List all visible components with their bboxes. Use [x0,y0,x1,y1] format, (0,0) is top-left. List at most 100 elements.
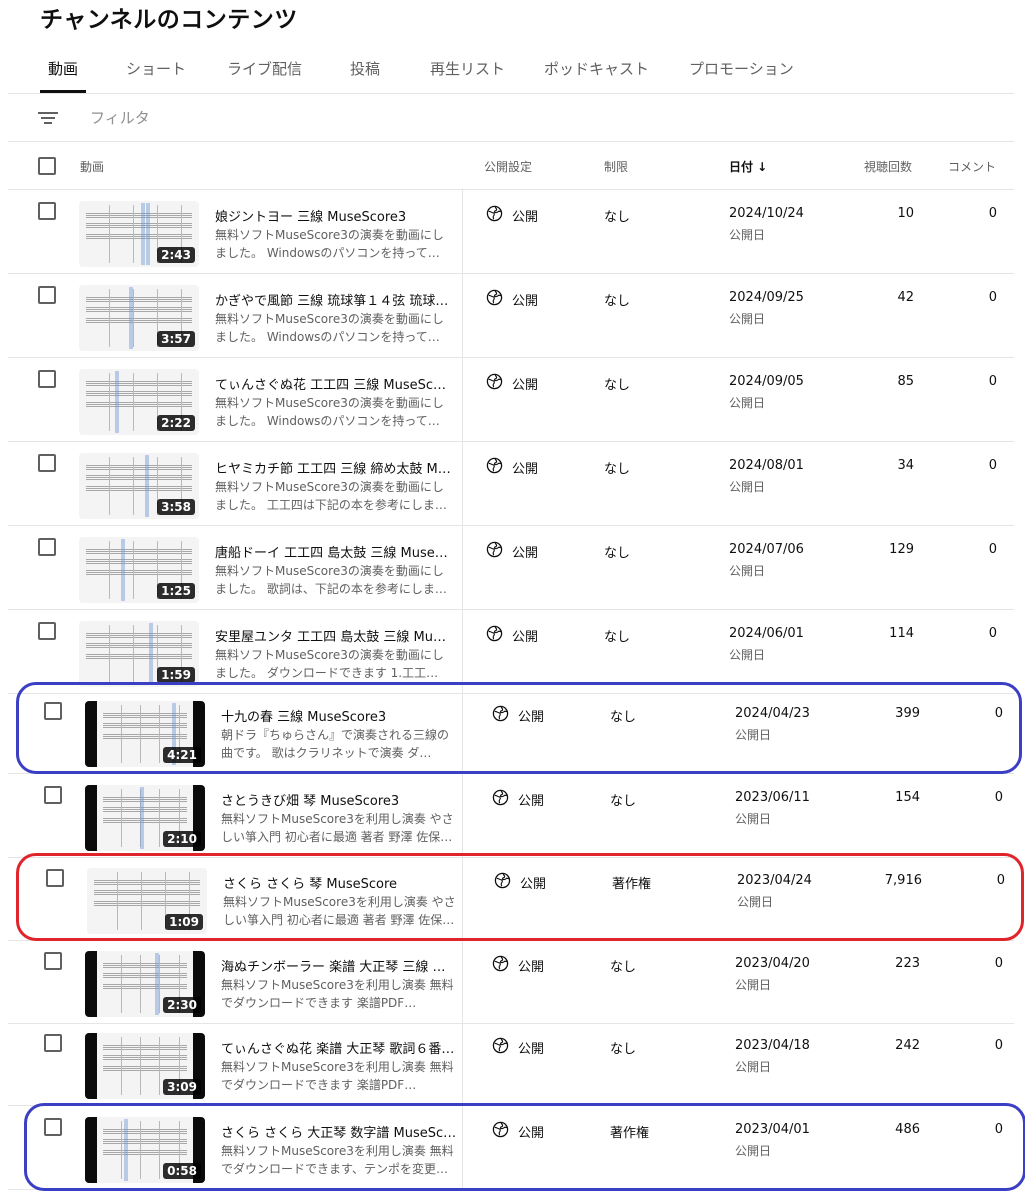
restriction-status[interactable]: なし [604,290,630,309]
video-title[interactable]: さとうきび畑 琴 MuseScore3 [221,790,457,809]
row-checkbox[interactable] [38,286,56,304]
comment-count: 0 [988,542,997,557]
row-checkbox[interactable] [44,1034,62,1052]
row-checkbox[interactable] [44,952,62,970]
video-title[interactable]: 娘ジントヨー 三線 MuseScore3 [215,206,451,225]
column-comments[interactable]: コメント [948,158,996,175]
row-checkbox[interactable] [38,370,56,388]
filter-input[interactable]: フィルタ [90,107,150,128]
video-duration: 2:43 [157,247,195,263]
comment-count: 0 [994,956,1003,971]
video-row[interactable]: 1:25 唐船ドーイ 工工四 島太鼓 三線 Muse… 無料ソフトMuseSco… [8,526,1014,610]
video-title[interactable]: かぎやで風節 三線 琉球箏１４弦 琉球… [215,290,451,309]
comment-count: 0 [988,206,997,221]
publish-date-label: 公開日 [729,480,766,494]
video-title[interactable]: 唐船ドーイ 工工四 島太鼓 三線 Muse… [215,542,451,561]
video-description: 無料ソフトMuseScore3の演奏を動画にしました。 Windowsのパソコン… [215,396,444,428]
video-title[interactable]: 海ぬチンボーラー 楽譜 大正琴 三線 歌… [221,956,457,975]
restriction-status[interactable]: なし [610,1038,636,1057]
tab-promotions[interactable]: プロモーション [689,58,794,79]
publish-date: 2024/07/06 [729,542,804,557]
video-row[interactable]: 3:09 てぃんさぐぬ花 楽譜 大正琴 歌詞６番… 無料ソフトMuseScore… [8,1022,1014,1106]
view-count: 242 [895,1038,920,1053]
video-duration: 2:30 [163,997,201,1013]
tab-videos[interactable]: 動画 [48,58,78,79]
video-description: 無料ソフトMuseScore3を利用し演奏 やさしい箏入門 初心者に最適 著者 … [221,812,454,844]
restriction-status[interactable]: なし [604,458,630,477]
comment-count: 0 [988,374,997,389]
video-row[interactable]: 2:30 海ぬチンボーラー 楽譜 大正琴 三線 歌… 無料ソフトMuseScor… [8,940,1014,1024]
tab-playlists[interactable]: 再生リスト [430,58,505,79]
visibility-status[interactable]: 公開 [512,626,538,645]
globe-icon [486,457,503,474]
view-count: 34 [897,458,914,473]
video-title[interactable]: 安里屋ユンタ 工工四 島太鼓 三線 Mus… [215,626,451,645]
visibility-status[interactable]: 公開 [518,790,544,809]
video-title[interactable]: てぃんさぐぬ花 工工四 三線 MuseSco… [215,374,451,393]
filter-bar: フィルタ [8,94,1014,142]
comment-count: 0 [988,458,997,473]
active-tab-indicator [40,90,86,93]
column-restrictions[interactable]: 制限 [604,158,628,175]
publish-date: 2023/04/18 [735,1038,810,1053]
visibility-status[interactable]: 公開 [512,542,538,561]
tab-podcasts[interactable]: ポッドキャスト [544,58,649,79]
publish-date: 2023/06/11 [735,790,810,805]
video-thumbnail[interactable]: 3:57 [79,285,199,351]
video-duration: 3:09 [163,1079,201,1095]
tab-posts[interactable]: 投稿 [350,58,380,79]
video-description: 無料ソフトMuseScore3の演奏を動画にしました。 歌詞は、下記の本を参考に… [215,564,447,596]
video-thumbnail[interactable]: 3:58 [79,453,199,519]
visibility-status[interactable]: 公開 [518,956,544,975]
video-row[interactable]: 2:10 さとうきび畑 琴 MuseScore3 無料ソフトMuseScore3… [8,774,1014,858]
select-all-checkbox[interactable] [38,157,56,175]
column-views[interactable]: 視聴回数 [864,158,912,175]
video-title[interactable]: ヒヤミカチ節 工工四 三線 締め太鼓 M… [215,458,451,477]
tab-shorts[interactable]: ショート [126,58,186,79]
column-visibility[interactable]: 公開設定 [484,158,532,175]
row-checkbox[interactable] [38,538,56,556]
restriction-status[interactable]: なし [604,626,630,645]
video-description: 無料ソフトMuseScore3の演奏を動画にしました。 Windowsのパソコン… [215,228,444,260]
video-duration: 1:25 [157,583,195,599]
video-thumbnail[interactable]: 2:30 [85,951,205,1017]
globe-icon [486,541,503,558]
filter-lines-icon[interactable] [38,110,58,126]
column-date-sort[interactable]: 日付 ↓ [729,158,767,175]
video-duration: 2:10 [163,831,201,847]
tab-live[interactable]: ライブ配信 [227,58,302,79]
visibility-status[interactable]: 公開 [512,290,538,309]
visibility-status[interactable]: 公開 [518,1038,544,1057]
view-count: 85 [897,374,914,389]
visibility-status[interactable]: 公開 [512,458,538,477]
column-divider [462,358,463,442]
restriction-status[interactable]: なし [604,206,630,225]
video-thumbnail[interactable]: 1:59 [79,621,199,687]
publish-date-label: 公開日 [729,312,766,326]
video-thumbnail[interactable]: 2:22 [79,369,199,435]
restriction-status[interactable]: なし [610,956,636,975]
video-thumbnail[interactable]: 2:43 [79,201,199,267]
row-checkbox[interactable] [38,454,56,472]
restriction-status[interactable]: なし [604,374,630,393]
comment-count: 0 [988,290,997,305]
video-row[interactable]: 3:58 ヒヤミカチ節 工工四 三線 締め太鼓 M… 無料ソフトMuseScor… [8,442,1014,526]
visibility-status[interactable]: 公開 [512,206,538,225]
video-thumbnail[interactable]: 2:10 [85,785,205,851]
visibility-status[interactable]: 公開 [512,374,538,393]
video-title[interactable]: てぃんさぐぬ花 楽譜 大正琴 歌詞６番… [221,1038,457,1057]
row-checkbox[interactable] [44,786,62,804]
video-row[interactable]: 2:22 てぃんさぐぬ花 工工四 三線 MuseSco… 無料ソフトMuseSc… [8,358,1014,442]
video-row[interactable]: 3:57 かぎやで風節 三線 琉球箏１４弦 琉球… 無料ソフトMuseScore… [8,274,1014,358]
video-thumbnail[interactable]: 3:09 [85,1033,205,1099]
video-row[interactable]: 2:43 娘ジントヨー 三線 MuseScore3 無料ソフトMuseScore… [8,190,1014,274]
restriction-status[interactable]: なし [610,790,636,809]
row-checkbox[interactable] [38,202,56,220]
publish-date: 2023/04/20 [735,956,810,971]
video-thumbnail[interactable]: 1:25 [79,537,199,603]
row-checkbox[interactable] [38,622,56,640]
publish-date-label: 公開日 [735,812,772,826]
tab-bar: 動画 ショート ライブ配信 投稿 再生リスト ポッドキャスト プロモーション [8,46,1014,94]
restriction-status[interactable]: なし [604,542,630,561]
view-count: 129 [889,542,914,557]
